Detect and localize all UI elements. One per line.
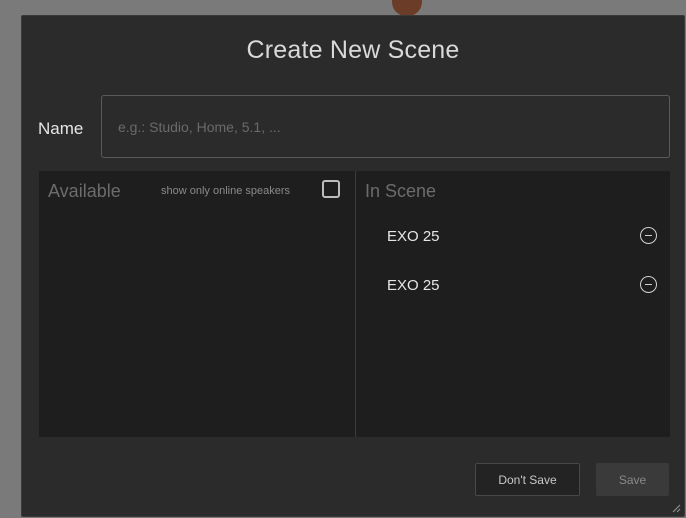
speaker-name: EXO 25 [387, 228, 440, 245]
scene-name-input[interactable] [101, 95, 670, 158]
dont-save-button[interactable]: Don't Save [475, 463, 580, 496]
in-scene-heading: In Scene [365, 181, 437, 201]
online-filter-label: show only online speakers [161, 185, 291, 197]
remove-circle-icon[interactable] [640, 227, 657, 244]
online-filter-checkbox[interactable] [322, 180, 340, 198]
resize-grip-icon[interactable] [671, 503, 681, 513]
in-scene-list-item: EXO 25 [387, 275, 657, 299]
in-scene-list-item: EXO 25 [387, 226, 657, 250]
available-panel: Available show only online speakers [39, 171, 355, 437]
save-button[interactable]: Save [596, 463, 669, 496]
create-scene-dialog: Create New Scene Name Available show onl… [21, 15, 685, 517]
remove-circle-icon[interactable] [640, 276, 657, 293]
in-scene-panel: In Scene EXO 25 EXO 25 [356, 171, 670, 437]
dialog-title: Create New Scene [246, 36, 460, 64]
speaker-name: EXO 25 [387, 277, 440, 294]
name-label: Name [38, 119, 84, 138]
available-heading: Available [48, 181, 121, 201]
